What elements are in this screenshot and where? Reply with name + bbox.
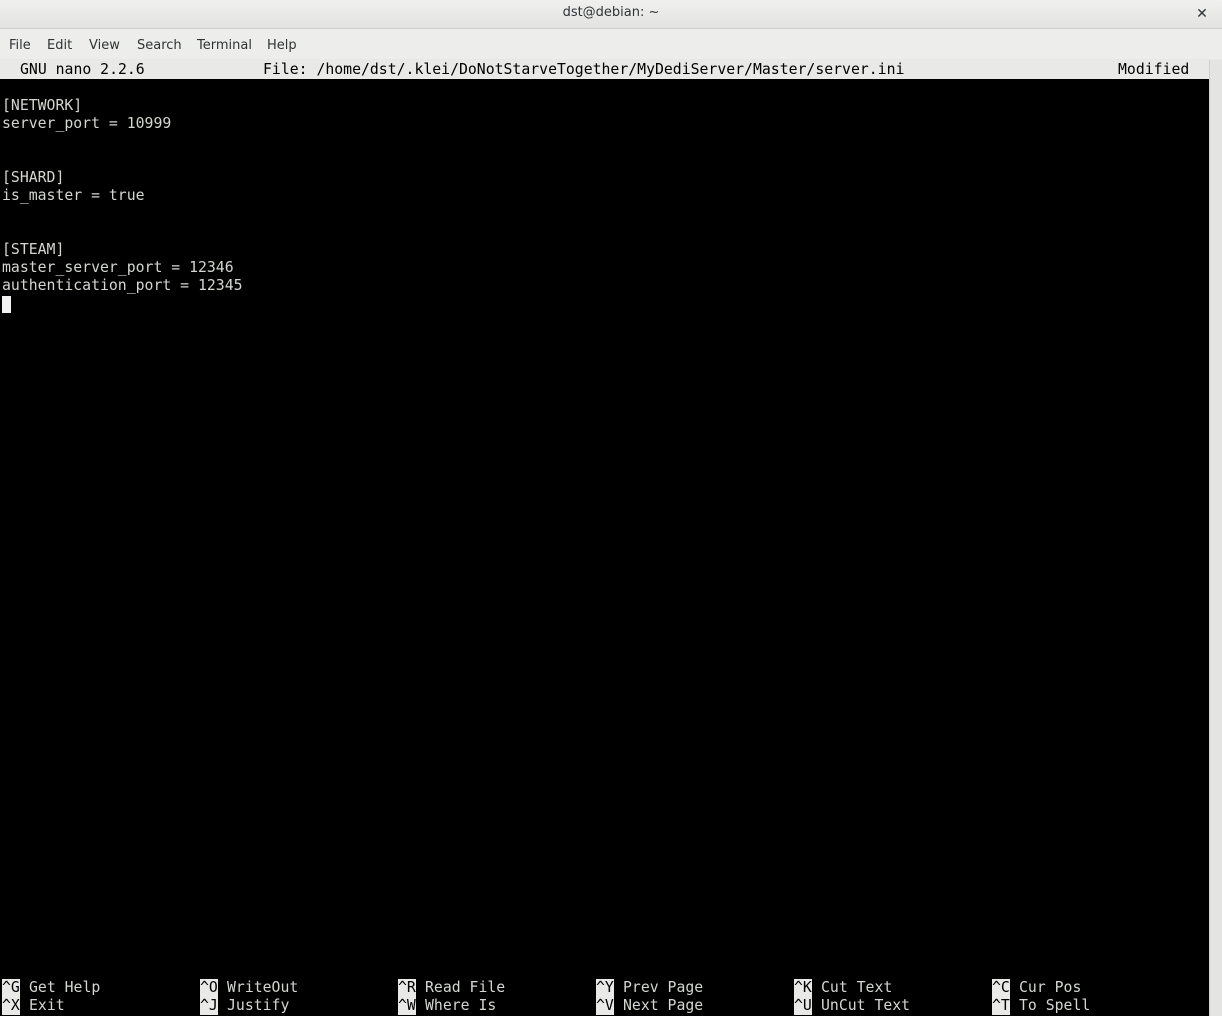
menubar: File Edit View Search Terminal Help bbox=[0, 29, 1222, 59]
file-line[interactable]: is_master = true bbox=[2, 187, 145, 205]
shortcut-label: Prev Page bbox=[623, 979, 704, 996]
file-line[interactable]: [NETWORK] bbox=[2, 97, 82, 115]
nano-version: GNU nano 2.2.6 bbox=[20, 61, 145, 78]
shortcut-label: Where Is bbox=[425, 997, 497, 1014]
nano-filename: File: /home/dst/.klei/DoNotStarveTogethe… bbox=[263, 61, 905, 78]
window-title: dst@debian: ~ bbox=[562, 5, 660, 20]
shortcut-label: Read File bbox=[425, 979, 506, 996]
shortcut-to-spell[interactable]: ^T To Spell bbox=[992, 997, 1090, 1015]
shortcut-label: Exit bbox=[29, 997, 65, 1014]
shortcut-key: ^O bbox=[200, 979, 218, 997]
file-line[interactable]: authentication_port = 12345 bbox=[2, 277, 243, 295]
shortcut-justify[interactable]: ^J Justify bbox=[200, 997, 289, 1015]
shortcut-key: ^V bbox=[596, 997, 614, 1015]
shortcut-key: ^K bbox=[794, 979, 812, 997]
shortcut-key: ^U bbox=[794, 997, 812, 1015]
shortcut-cut-text[interactable]: ^K Cut Text bbox=[794, 979, 892, 997]
file-line[interactable]: master_server_port = 12346 bbox=[2, 259, 234, 277]
menu-file[interactable]: File bbox=[9, 38, 31, 53]
close-icon[interactable]: ✕ bbox=[1192, 4, 1212, 24]
shortcut-key: ^T bbox=[992, 997, 1010, 1015]
shortcut-exit[interactable]: ^X Exit bbox=[2, 997, 65, 1015]
shortcut-key: ^C bbox=[992, 979, 1010, 997]
shortcut-key: ^X bbox=[2, 997, 20, 1015]
menu-terminal[interactable]: Terminal bbox=[197, 38, 252, 53]
shortcut-key: ^R bbox=[398, 979, 416, 997]
menu-help[interactable]: Help bbox=[267, 38, 297, 53]
nano-status: Modified bbox=[1118, 61, 1190, 78]
shortcut-label: Justify bbox=[227, 997, 290, 1014]
shortcut-label: Get Help bbox=[29, 979, 101, 996]
shortcut-uncut-text[interactable]: ^U UnCut Text bbox=[794, 997, 910, 1015]
terminal-area[interactable]: GNU nano 2.2.6 File: /home/dst/.klei/DoN… bbox=[0, 60, 1209, 1016]
file-line[interactable]: server_port = 10999 bbox=[2, 115, 171, 133]
window-titlebar: dst@debian: ~ ✕ bbox=[0, 0, 1222, 29]
shortcut-writeout[interactable]: ^O WriteOut bbox=[200, 979, 298, 997]
file-line[interactable]: [STEAM] bbox=[2, 241, 64, 259]
shortcut-label: Next Page bbox=[623, 997, 704, 1014]
shortcut-key: ^W bbox=[398, 997, 416, 1015]
shortcut-label: Cur Pos bbox=[1019, 979, 1082, 996]
nano-header: GNU nano 2.2.6 File: /home/dst/.klei/DoN… bbox=[0, 60, 1209, 79]
shortcut-key: ^J bbox=[200, 997, 218, 1015]
terminal-scrollbar[interactable] bbox=[1209, 60, 1222, 1016]
shortcut-key: ^Y bbox=[596, 979, 614, 997]
shortcut-cur-pos[interactable]: ^C Cur Pos bbox=[992, 979, 1081, 997]
text-cursor bbox=[2, 296, 11, 313]
menu-view[interactable]: View bbox=[89, 38, 120, 53]
menu-search[interactable]: Search bbox=[137, 38, 182, 53]
shortcut-next-page[interactable]: ^V Next Page bbox=[596, 997, 703, 1015]
shortcut-label: UnCut Text bbox=[821, 997, 911, 1014]
shortcut-label: To Spell bbox=[1019, 997, 1091, 1014]
shortcut-label: WriteOut bbox=[227, 979, 299, 996]
menu-edit[interactable]: Edit bbox=[47, 38, 72, 53]
file-line[interactable]: [SHARD] bbox=[2, 169, 64, 187]
shortcut-key: ^G bbox=[2, 979, 20, 997]
shortcut-label: Cut Text bbox=[821, 979, 893, 996]
shortcut-get-help[interactable]: ^G Get Help bbox=[2, 979, 100, 997]
shortcut-prev-page[interactable]: ^Y Prev Page bbox=[596, 979, 703, 997]
shortcut-read-file[interactable]: ^R Read File bbox=[398, 979, 505, 997]
shortcut-where-is[interactable]: ^W Where Is bbox=[398, 997, 496, 1015]
